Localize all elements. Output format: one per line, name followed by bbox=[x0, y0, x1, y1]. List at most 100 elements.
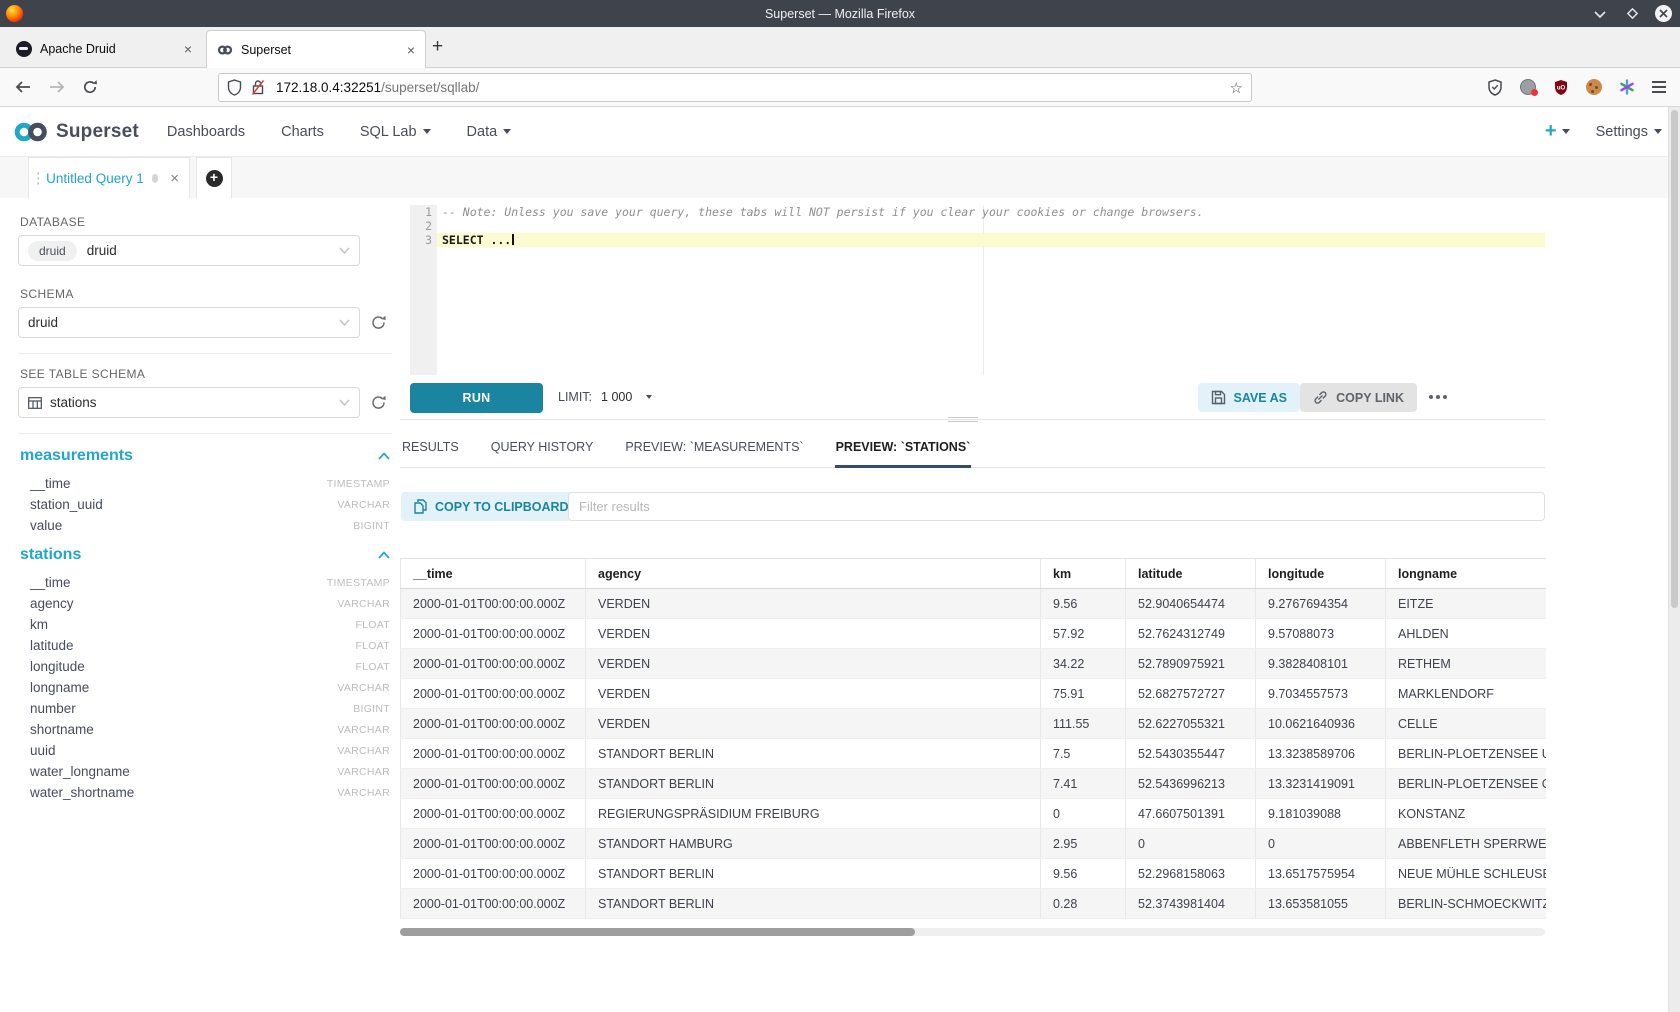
reload-icon[interactable] bbox=[82, 79, 98, 95]
column-type: BIGINT bbox=[353, 520, 390, 532]
table-section-header[interactable]: measurements bbox=[20, 447, 390, 465]
table-cell: 52.7890975921 bbox=[1126, 649, 1256, 679]
table-cell: 2000-01-01T00:00:00.000Z bbox=[401, 829, 586, 859]
schema-value: druid bbox=[28, 315, 58, 330]
column-name: station_uuid bbox=[30, 497, 103, 512]
more-options-icon[interactable] bbox=[1429, 395, 1447, 399]
add-new-button[interactable]: + bbox=[1545, 120, 1570, 143]
browser-tab-superset[interactable]: Superset × bbox=[206, 30, 426, 68]
database-label: DATABASE bbox=[20, 215, 400, 229]
insecure-lock-icon[interactable] bbox=[251, 79, 265, 96]
line-number: 2 bbox=[410, 219, 437, 233]
filter-results-input[interactable] bbox=[568, 492, 1545, 521]
schema-select[interactable]: druid bbox=[18, 307, 360, 338]
column-row: uuidVARCHAR bbox=[20, 740, 390, 761]
brand-name: Superset bbox=[56, 121, 139, 143]
results-tab-results[interactable]: RESULTS bbox=[401, 440, 460, 467]
close-tab-icon[interactable]: × bbox=[407, 42, 415, 58]
browser-tabbar: Apache Druid × Superset × + bbox=[0, 27, 1680, 68]
schema-label: SCHEMA bbox=[20, 287, 400, 301]
browser-tab-apache-druid[interactable]: Apache Druid × bbox=[6, 30, 202, 68]
results-table-header-longitude[interactable]: longitude bbox=[1256, 559, 1386, 589]
bookmark-star-icon[interactable]: ☆ bbox=[1230, 79, 1243, 97]
table-section-header[interactable]: stations bbox=[20, 546, 390, 564]
table-row: 2000-01-01T00:00:00.000ZVERDEN111.5552.6… bbox=[401, 709, 1546, 739]
colorful-asterisk-extension-icon[interactable] bbox=[1619, 79, 1635, 95]
menu-hamburger-icon[interactable] bbox=[1652, 81, 1666, 93]
vertical-scrollbar[interactable] bbox=[1668, 107, 1680, 1012]
results-tab-query-history[interactable]: QUERY HISTORY bbox=[490, 440, 595, 467]
database-select[interactable]: druid druid bbox=[18, 235, 360, 266]
table-select[interactable]: stations bbox=[18, 387, 360, 418]
results-tab-preview-measurements[interactable]: PREVIEW: `MEASUREMENTS` bbox=[624, 440, 804, 467]
proton-pass-extension-icon[interactable] bbox=[1487, 79, 1503, 96]
results-table-header-latitude[interactable]: latitude bbox=[1126, 559, 1256, 589]
column-row: latitudeFLOAT bbox=[20, 635, 390, 656]
limit-dropdown[interactable]: LIMIT:1 000 bbox=[558, 390, 652, 404]
url-bar[interactable]: 172.18.0.4:32251/superset/sqllab/ ☆ bbox=[218, 73, 1252, 102]
maximize-icon[interactable] bbox=[1623, 5, 1641, 23]
results-table-header-km[interactable]: km bbox=[1041, 559, 1126, 589]
url-path: /superset/sqllab/ bbox=[381, 80, 479, 95]
table-cell: 13.6517575954 bbox=[1256, 859, 1386, 889]
nav-item-dashboards[interactable]: Dashboards bbox=[167, 124, 245, 140]
close-tab-icon[interactable]: × bbox=[184, 41, 192, 57]
superset-logo[interactable]: Superset bbox=[12, 121, 139, 143]
save-as-button[interactable]: SAVE AS bbox=[1198, 383, 1301, 412]
query-tab-untitled-query-1[interactable]: Untitled Query 1 × bbox=[28, 157, 190, 198]
column-row: station_uuidVARCHAR bbox=[20, 494, 390, 515]
table-cell: 2000-01-01T00:00:00.000Z bbox=[401, 679, 586, 709]
back-icon[interactable] bbox=[14, 80, 32, 94]
results-tab-preview-stations[interactable]: PREVIEW: `STATIONS` bbox=[835, 440, 972, 467]
copy-link-button[interactable]: COPY LINK bbox=[1300, 383, 1417, 412]
close-window-icon[interactable] bbox=[1655, 5, 1672, 22]
ublock-extension-icon[interactable]: uO bbox=[1553, 79, 1569, 96]
editor-gutter[interactable]: 1 2 3 bbox=[410, 205, 437, 375]
nav-item-charts[interactable]: Charts bbox=[281, 124, 324, 140]
copy-to-clipboard-button[interactable]: COPY TO CLIPBOARD bbox=[401, 492, 582, 521]
horizontal-scrollbar-thumb[interactable] bbox=[400, 928, 915, 936]
cookie-extension-icon[interactable] bbox=[1586, 79, 1602, 95]
superset-favicon-icon bbox=[217, 42, 233, 58]
table-name: measurements bbox=[20, 447, 133, 465]
table-cell: BERLIN-PLOETZENSEE OP bbox=[1386, 769, 1546, 799]
table-name: stations bbox=[20, 546, 81, 564]
column-name: __time bbox=[30, 575, 71, 590]
chevron-up-icon[interactable] bbox=[378, 551, 390, 559]
chevron-up-icon[interactable] bbox=[378, 452, 390, 460]
close-query-tab-icon[interactable]: × bbox=[170, 170, 179, 187]
results-table-header-agency[interactable]: agency bbox=[586, 559, 1041, 589]
column-row: __timeTIMESTAMP bbox=[20, 473, 390, 494]
drag-handle-icon[interactable] bbox=[37, 171, 39, 186]
copy-link-label: COPY LINK bbox=[1336, 391, 1404, 405]
query-tab-strip: Untitled Query 1 × + bbox=[0, 157, 1680, 198]
results-table-header-time[interactable]: __time bbox=[401, 559, 586, 589]
refresh-tables-icon[interactable] bbox=[370, 394, 387, 411]
results-table-header-row: __timeagencykmlatitudelongitudelongname bbox=[401, 559, 1546, 589]
sql-editor[interactable]: 1 2 3 -- Note: Unless you save your quer… bbox=[400, 205, 1545, 375]
page: { "browser": { "window_title": "Superset… bbox=[0, 0, 1680, 1012]
settings-label: Settings bbox=[1596, 124, 1648, 140]
settings-menu[interactable]: Settings bbox=[1596, 124, 1662, 140]
vertical-scrollbar-thumb[interactable] bbox=[1671, 110, 1678, 608]
table-section-stations: stations__timeTIMESTAMPagencyVARCHARkmFL… bbox=[20, 546, 390, 803]
add-query-tab-button[interactable]: + bbox=[196, 157, 232, 198]
new-tab-icon[interactable]: + bbox=[432, 36, 443, 58]
refresh-schema-icon[interactable] bbox=[370, 314, 387, 331]
tracking-shield-icon[interactable] bbox=[227, 79, 242, 96]
account-extension-icon[interactable] bbox=[1520, 79, 1536, 95]
chevron-down-icon bbox=[1654, 129, 1662, 134]
table-cell: 34.22 bbox=[1041, 649, 1126, 679]
chevron-down-icon bbox=[339, 247, 350, 254]
horizontal-scrollbar[interactable] bbox=[400, 928, 1545, 936]
run-button[interactable]: RUN bbox=[410, 383, 543, 413]
table-cell: 2000-01-01T00:00:00.000Z bbox=[401, 619, 586, 649]
forward-icon[interactable] bbox=[48, 80, 66, 94]
table-cell: NEUE MÜHLE SCHLEUSE OP bbox=[1386, 859, 1546, 889]
minimize-icon[interactable] bbox=[1591, 5, 1609, 23]
nav-item-data[interactable]: Data bbox=[467, 124, 512, 140]
pane-splitter-handle[interactable] bbox=[948, 417, 978, 425]
table-cell: 9.57088073 bbox=[1256, 619, 1386, 649]
results-table-header-longname[interactable]: longname bbox=[1386, 559, 1546, 589]
nav-item-sql-lab[interactable]: SQL Lab bbox=[360, 124, 431, 140]
